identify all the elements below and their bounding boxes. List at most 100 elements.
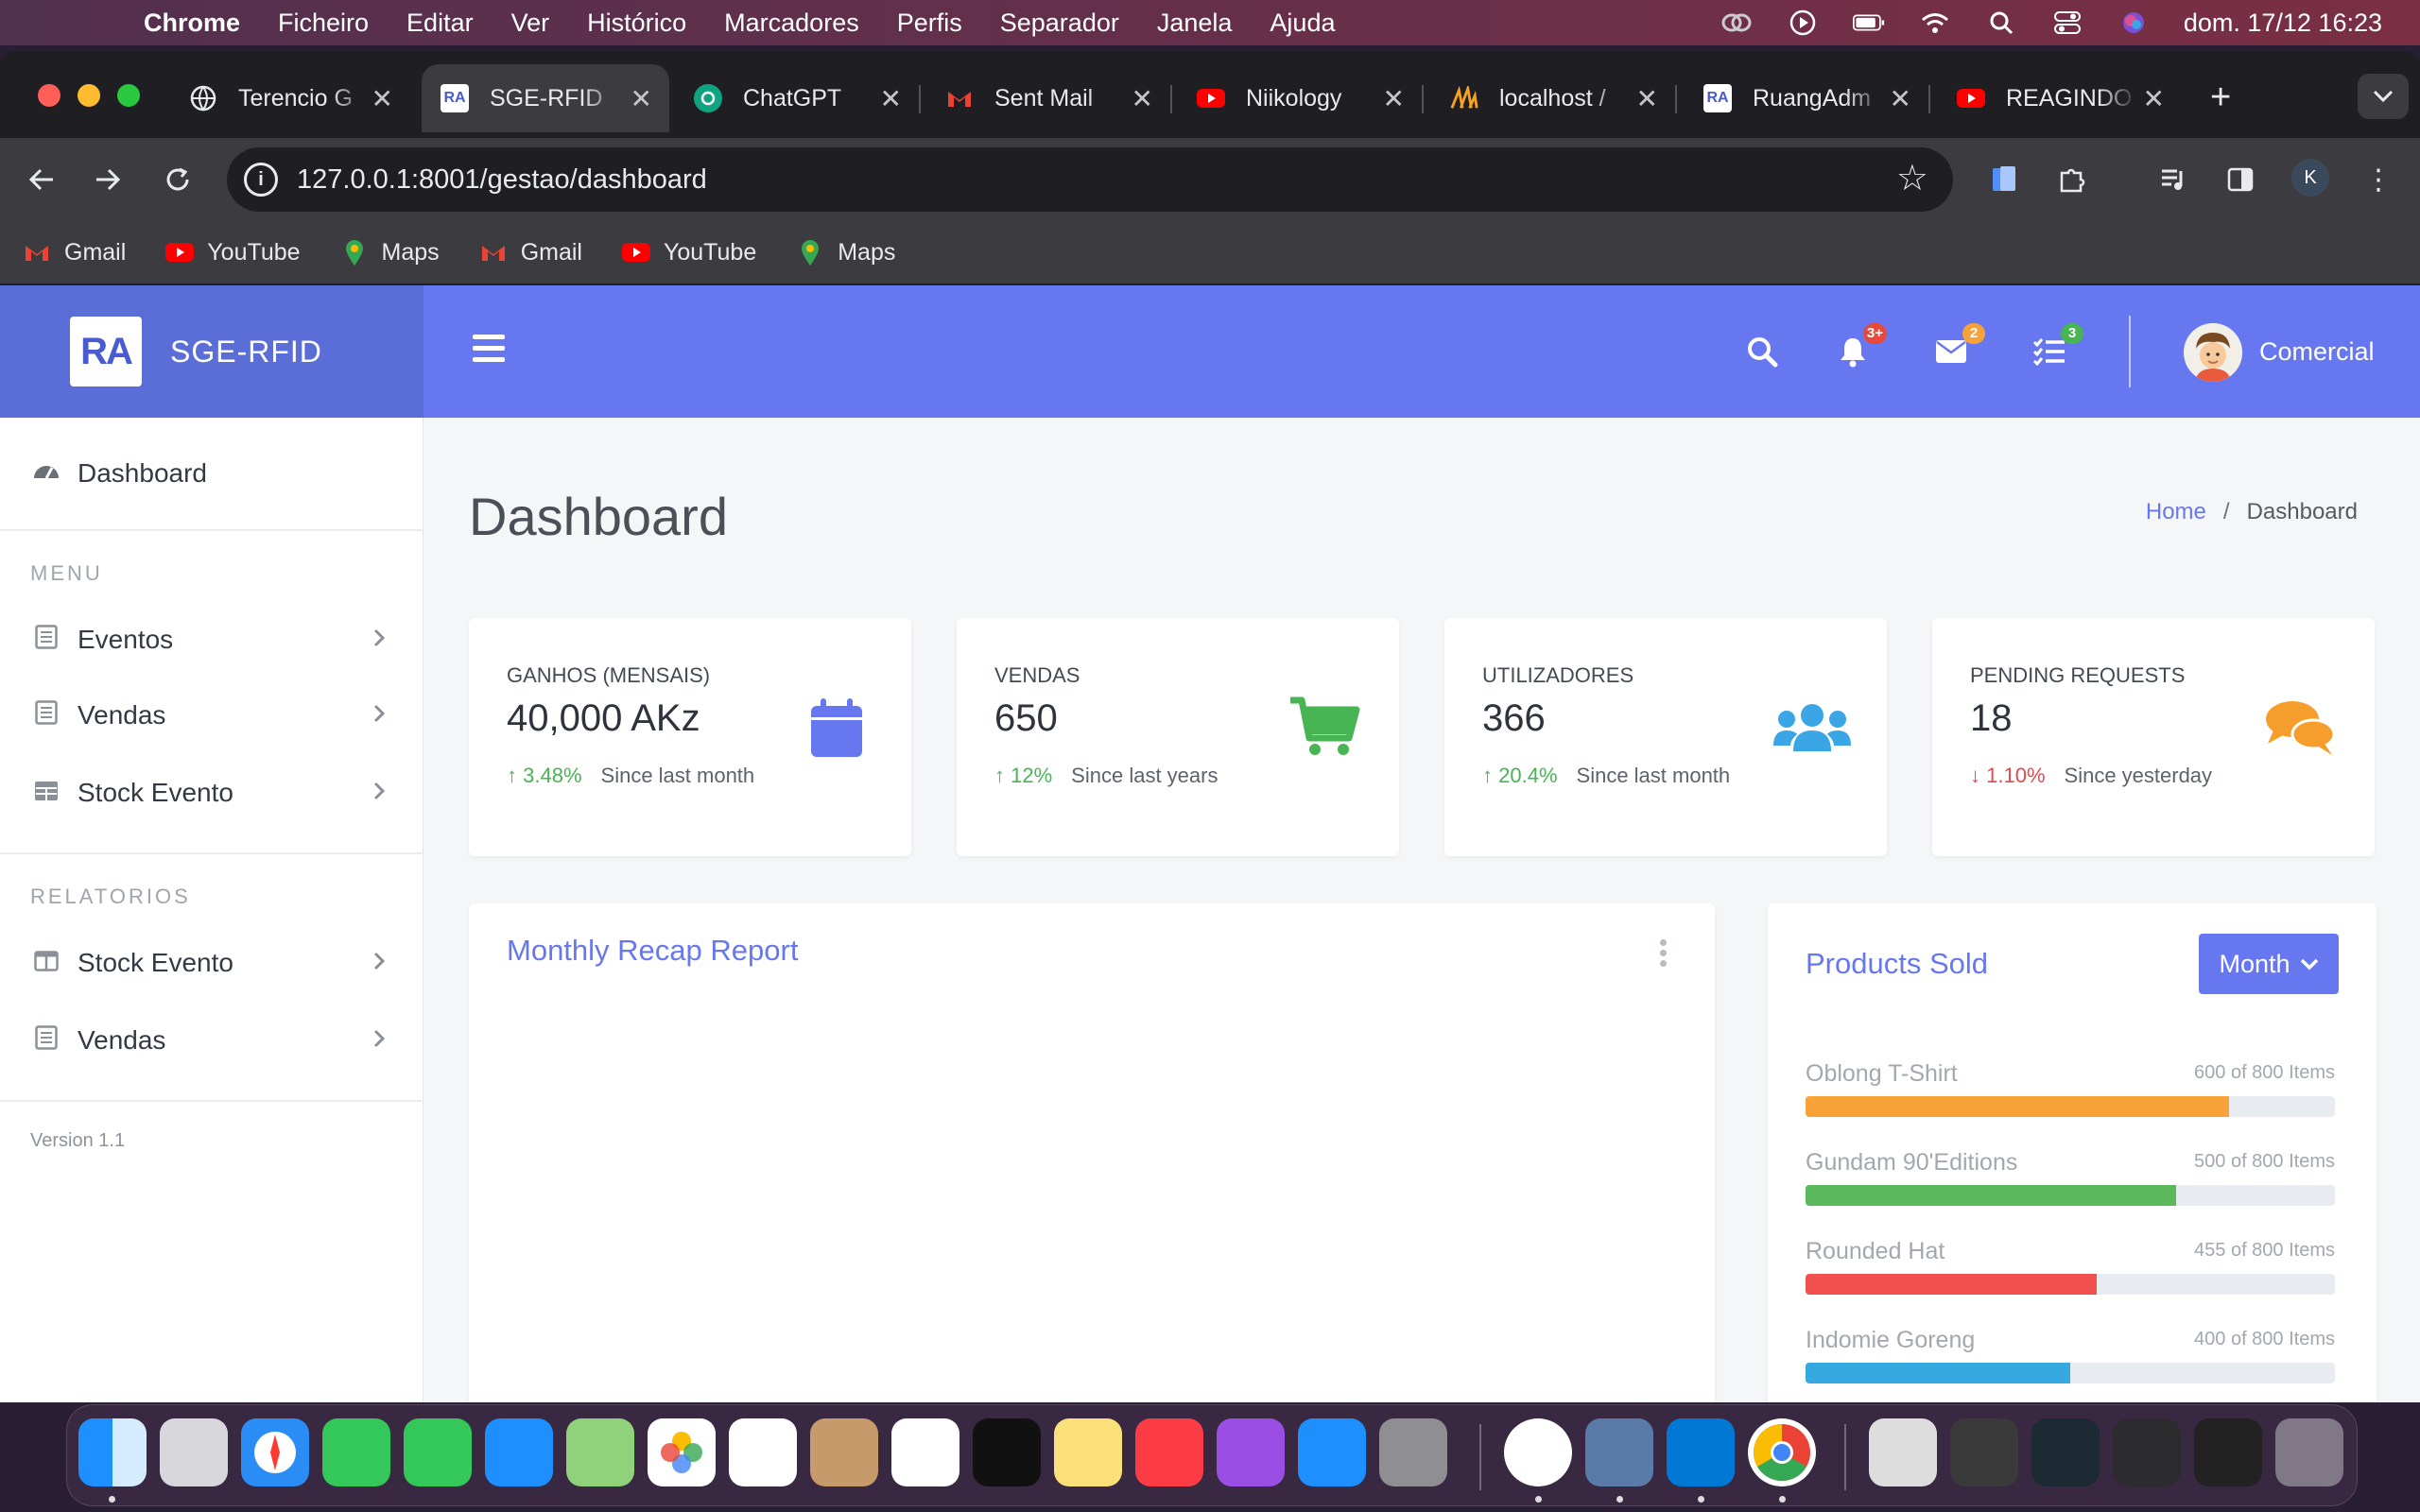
play-circle-icon[interactable] [1787, 9, 1819, 36]
extension-notes-icon[interactable] [1983, 159, 2025, 200]
user-avatar[interactable] [2184, 323, 2242, 382]
address-url[interactable]: 127.0.0.1:8001/gestao/dashboard [297, 147, 707, 212]
menu-editar[interactable]: Editar [406, 9, 474, 38]
calendar-app-icon[interactable] [729, 1418, 797, 1486]
battery-icon[interactable] [1852, 9, 1885, 36]
bookmark-maps[interactable]: Maps [340, 239, 440, 266]
bookmark-youtube[interactable]: YouTube [621, 239, 756, 266]
menu-app-name[interactable]: Chrome [144, 9, 240, 38]
chrome-icon[interactable] [1748, 1418, 1816, 1486]
user-name[interactable]: Comercial [2259, 333, 2375, 370]
apple-tv-icon[interactable] [973, 1418, 1041, 1486]
app-store-icon[interactable] [1298, 1418, 1366, 1486]
menubar-datetime[interactable]: dom. 17/12 16:23 [2184, 9, 2382, 38]
sidebar-toggle-button[interactable] [473, 335, 505, 363]
tab-close-icon[interactable]: ✕ [1636, 83, 1658, 114]
menu-ajuda[interactable]: Ajuda [1270, 9, 1335, 38]
facetime-icon[interactable] [322, 1418, 390, 1486]
podcasts-icon[interactable] [1217, 1418, 1285, 1486]
tab-sge-rfid[interactable]: RA SGE-RFID ✕ [422, 64, 669, 132]
siri-icon[interactable] [2118, 9, 2150, 36]
sidebar-item-eventos[interactable]: Eventos [0, 601, 424, 679]
sidebar-item-report-stock-evento[interactable]: Stock Evento [0, 924, 424, 1002]
tab-ruangadmin[interactable]: RA RuangAdm ✕ [1685, 64, 1930, 132]
music-icon[interactable] [1135, 1418, 1203, 1486]
finder-icon[interactable] [78, 1418, 147, 1486]
tab-chatgpt[interactable]: ChatGPT ✕ [675, 64, 921, 132]
recent-window-icon[interactable] [2194, 1418, 2262, 1486]
messages-envelope-icon[interactable]: 2 [1930, 323, 1985, 370]
search-icon[interactable] [1741, 333, 1783, 370]
window-minimize-button[interactable] [78, 84, 100, 107]
control-center-icon[interactable] [2051, 9, 2083, 36]
tab-close-icon[interactable]: ✕ [2143, 83, 2165, 114]
tab-localhost[interactable]: localhost / ✕ [1431, 64, 1677, 132]
reload-button[interactable] [157, 159, 199, 200]
tab-close-icon[interactable]: ✕ [880, 83, 902, 114]
recent-window-icon[interactable] [2113, 1418, 2181, 1486]
tab-sent-mail[interactable]: Sent Mail ✕ [926, 64, 1172, 132]
tab-close-icon[interactable]: ✕ [631, 83, 652, 114]
tab-close-icon[interactable]: ✕ [1383, 83, 1405, 114]
tab-close-icon[interactable]: ✕ [1132, 83, 1153, 114]
creative-cloud-icon[interactable] [1720, 9, 1753, 36]
trash-icon[interactable] [2275, 1418, 2343, 1486]
tab-reagindo[interactable]: REAGINDO ✕ [1938, 64, 2182, 132]
sidebar-brand[interactable]: RA SGE-RFID [0, 285, 424, 418]
media-control-icon[interactable] [2153, 159, 2195, 200]
notes-icon[interactable] [1054, 1418, 1122, 1486]
bookmark-star-icon[interactable]: ☆ [1896, 157, 1928, 199]
system-settings-icon[interactable] [1379, 1418, 1447, 1486]
window-zoom-button[interactable] [117, 84, 140, 107]
messages-icon[interactable] [404, 1418, 472, 1486]
settings-gear-icon[interactable] [1585, 1418, 1653, 1486]
menu-separador[interactable]: Separador [1000, 9, 1119, 38]
tab-niikology[interactable]: Niikology ✕ [1178, 64, 1424, 132]
mail-icon[interactable] [485, 1418, 553, 1486]
breadcrumb-home[interactable]: Home [2146, 499, 2206, 524]
menu-historico[interactable]: Histórico [587, 9, 686, 38]
reminders-icon[interactable] [891, 1418, 959, 1486]
tab-terencio[interactable]: Terencio G ✕ [170, 64, 410, 132]
simulator-icon[interactable] [1504, 1418, 1572, 1486]
address-bar[interactable]: i 127.0.0.1:8001/gestao/dashboard ☆ [227, 147, 1953, 212]
tab-close-icon[interactable]: ✕ [372, 83, 393, 114]
sidebar-item-report-vendas[interactable]: Vendas [0, 1002, 424, 1079]
recent-window-icon[interactable] [2031, 1418, 2100, 1486]
forward-button[interactable] [87, 159, 129, 200]
wifi-icon[interactable] [1919, 9, 1951, 36]
menu-ver[interactable]: Ver [511, 9, 550, 38]
vscode-icon[interactable] [1667, 1418, 1735, 1486]
bookmark-gmail[interactable]: Gmail [23, 239, 126, 266]
tab-close-icon[interactable]: ✕ [1890, 83, 1911, 114]
spotlight-search-icon[interactable] [1985, 9, 2017, 36]
menu-ficheiro[interactable]: Ficheiro [278, 9, 369, 38]
tasks-list-icon[interactable]: 3 [2029, 323, 2083, 370]
sidebar-item-stock-evento[interactable]: Stock Evento [0, 754, 424, 832]
bookmark-maps[interactable]: Maps [796, 239, 895, 266]
notifications-bell-icon[interactable]: 3+ [1832, 323, 1887, 370]
new-tab-button[interactable]: + [2210, 77, 2231, 118]
recent-window-icon[interactable] [1950, 1418, 2018, 1486]
tab-search-button[interactable] [2358, 74, 2409, 119]
sidebar-item-dashboard[interactable]: Dashboard [0, 435, 424, 512]
maps-icon[interactable] [566, 1418, 634, 1486]
launchpad-icon[interactable] [160, 1418, 228, 1486]
menu-janela[interactable]: Janela [1157, 9, 1233, 38]
mp4-file-icon[interactable] [1869, 1418, 1937, 1486]
menu-perfis[interactable]: Perfis [897, 9, 962, 38]
menu-marcadores[interactable]: Marcadores [724, 9, 859, 38]
more-options-icon[interactable] [1660, 939, 1668, 971]
extensions-puzzle-icon[interactable] [2051, 159, 2093, 200]
bookmark-gmail[interactable]: Gmail [479, 239, 582, 266]
safari-icon[interactable] [241, 1418, 309, 1486]
back-button[interactable] [21, 159, 62, 200]
site-info-icon[interactable]: i [244, 163, 278, 197]
period-dropdown-button[interactable]: Month [2199, 934, 2339, 994]
photos-icon[interactable] [648, 1418, 716, 1486]
contacts-icon[interactable] [810, 1418, 878, 1486]
sidebar-item-vendas[interactable]: Vendas [0, 677, 424, 754]
side-panel-icon[interactable] [2220, 159, 2261, 200]
window-close-button[interactable] [38, 84, 60, 107]
bookmark-youtube[interactable]: YouTube [165, 239, 301, 266]
